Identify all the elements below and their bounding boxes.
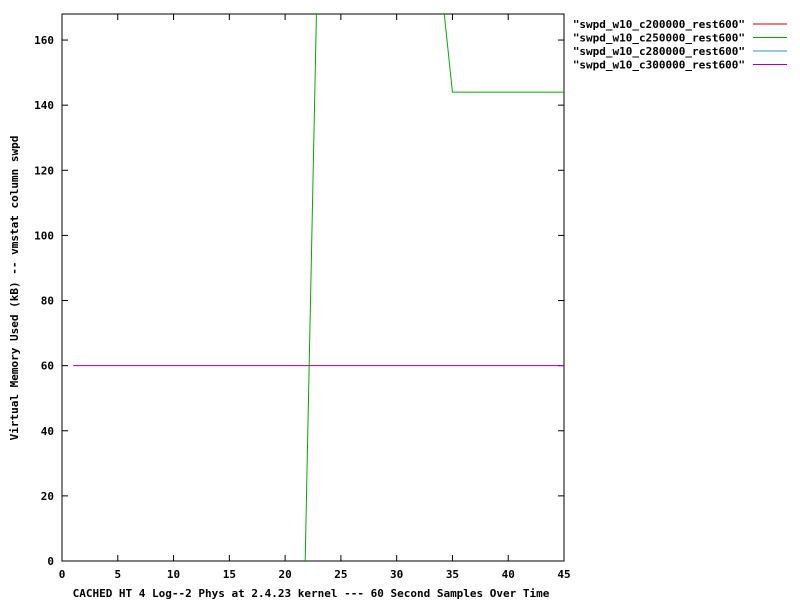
x-tick-label: 15 [223, 568, 236, 581]
chart: 0 5 10 15 20 25 30 35 40 45020406080100120140160 … [8, 13, 787, 600]
legend-label: "swpd_w10_c300000_rest600" [573, 59, 745, 72]
axis-ticks: 0 5 10 15 20 25 30 35 40 45 0 20 40 60 80 100 120 140 160 [34, 14, 571, 581]
series-lines [73, 14, 564, 561]
y-tick-label: 80 [41, 295, 54, 308]
x-tick-label: 40 [502, 568, 515, 581]
y-tick-label: 100 [34, 229, 54, 242]
legend-label: "swpd_w10_c250000_rest600" [573, 32, 745, 45]
y-axis-label: Virtual Memory Used (kB) -- vmstat colum… [8, 136, 21, 441]
y-tick-label: 20 [41, 490, 54, 503]
series-line [304, 14, 564, 561]
x-tick-label: 45 [557, 568, 570, 581]
legend-label: "swpd_w10_c200000_rest600" [573, 18, 745, 31]
x-tick-label: 10 [167, 568, 180, 581]
x-tick-label: 20 [278, 568, 291, 581]
x-tick-label: 25 [334, 568, 347, 581]
y-tick-label: 160 [34, 34, 54, 47]
legend: "swpd_w10_c200000_rest600""swpd_w10_c250… [573, 18, 787, 72]
x-tick-label: 0 [59, 568, 66, 581]
y-tick-label: 0 [47, 555, 54, 568]
plot-frame [61, 13, 565, 562]
y-tick-label: 60 [41, 360, 54, 373]
y-tick-label: 140 [34, 99, 54, 112]
x-axis-label: CACHED HT 4 Log--2 Phys at 2.4.23 kernel… [73, 587, 550, 600]
x-tick-label: 35 [446, 568, 459, 581]
y-tick-label: 120 [34, 164, 54, 177]
legend-label: "swpd_w10_c280000_rest600" [573, 45, 745, 58]
x-tick-label: 5 [114, 568, 121, 581]
y-tick-label: 40 [41, 425, 54, 438]
x-tick-label: 30 [390, 568, 403, 581]
